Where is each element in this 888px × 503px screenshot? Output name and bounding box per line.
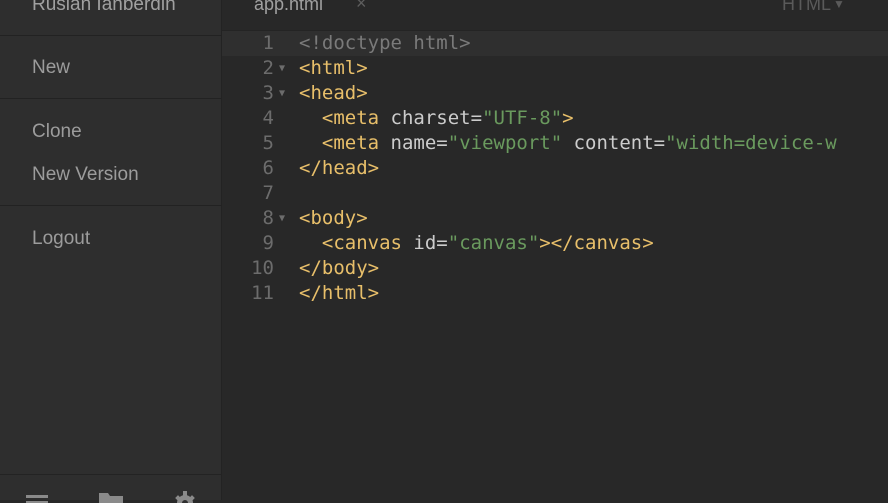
sidebar: Ruslan Ianberdin New Clone New Version L…: [0, 0, 222, 503]
line-content: <meta name="viewport" content="width=dev…: [299, 131, 837, 156]
gear-icon[interactable]: [173, 489, 197, 503]
line-number: 1: [262, 32, 274, 54]
caret-down-icon: ▼: [833, 0, 845, 11]
code-token: <body>: [299, 207, 368, 229]
code-token: "canvas": [447, 232, 540, 254]
line-content: </html>: [299, 281, 379, 306]
code-line[interactable]: 1 <!doctype html>: [222, 31, 888, 56]
line-number: 2: [262, 57, 274, 79]
line-number: 3: [262, 82, 274, 104]
code-line[interactable]: 6 </head>: [222, 156, 888, 181]
code-area[interactable]: 1 <!doctype html> 2 ▼ <html> 3 ▼ <head> 4 <meta …: [222, 31, 888, 306]
code-line[interactable]: 9 <canvas id="canvas"></canvas>: [222, 231, 888, 256]
code-line[interactable]: 10 </body>: [222, 256, 888, 281]
line-number: 7: [262, 182, 274, 204]
line-number: 9: [262, 232, 274, 254]
code-token: charset: [379, 107, 471, 129]
line-content: <!doctype html>: [299, 31, 471, 56]
code-token: =: [653, 132, 666, 154]
line-number: 5: [262, 132, 274, 154]
code-line[interactable]: 4 <meta charset="UTF-8">: [222, 106, 888, 131]
fold-toggle-icon[interactable]: ▼: [279, 81, 285, 106]
code-token: <meta: [321, 132, 380, 154]
sidebar-divider: [0, 35, 222, 36]
code-token: "width=device-w: [665, 132, 837, 154]
code-line[interactable]: 2 ▼ <html>: [222, 56, 888, 81]
fold-toggle-icon[interactable]: ▼: [279, 206, 285, 231]
code-token: "UTF-8": [482, 107, 563, 129]
clone-button[interactable]: Clone: [32, 121, 82, 143]
fold-toggle-icon[interactable]: ▼: [279, 56, 285, 81]
code-token: name: [379, 132, 437, 154]
sidebar-footer: [0, 474, 222, 503]
new-version-button[interactable]: New Version: [32, 164, 139, 186]
code-token: content: [562, 132, 654, 154]
language-select[interactable]: HTML ▼: [782, 0, 845, 15]
code-editor[interactable]: app.html × HTML ▼ 1 <!doctype html> 2 ▼ <html…: [222, 0, 888, 500]
code-token: ></canvas>: [539, 232, 654, 254]
close-tab-icon[interactable]: ×: [356, 0, 367, 14]
new-button[interactable]: New: [32, 57, 70, 79]
line-content: <canvas id="canvas"></canvas>: [299, 231, 654, 256]
line-content: <html>: [299, 56, 368, 81]
code-token: =: [436, 132, 448, 154]
file-tab[interactable]: app.html: [254, 0, 323, 15]
language-label: HTML: [782, 0, 831, 14]
line-number: 8: [262, 207, 274, 229]
line-content: <head>: [299, 81, 368, 106]
code-token: >: [562, 107, 574, 129]
code-token: id: [401, 232, 437, 254]
logout-button[interactable]: Logout: [32, 228, 90, 250]
code-line[interactable]: 8 ▼ <body>: [222, 206, 888, 231]
sidebar-divider: [0, 98, 222, 99]
line-number: 6: [262, 157, 274, 179]
folder-icon[interactable]: [99, 489, 123, 503]
line-number: 4: [262, 107, 274, 129]
code-line[interactable]: 11 </html>: [222, 281, 888, 306]
sidebar-divider: [0, 205, 222, 206]
code-token: </html>: [299, 282, 380, 304]
user-name: Ruslan Ianberdin: [32, 0, 176, 15]
code-token: </head>: [299, 157, 380, 179]
line-content: <meta charset="UTF-8">: [299, 106, 574, 131]
line-content: <body>: [299, 206, 368, 231]
code-line[interactable]: 7: [222, 181, 888, 206]
menu-icon[interactable]: [26, 489, 48, 503]
code-line[interactable]: 3 ▼ <head>: [222, 81, 888, 106]
code-token: <meta: [321, 107, 380, 129]
line-content: </head>: [299, 156, 379, 181]
code-token: =: [470, 107, 483, 129]
line-number: 10: [251, 257, 274, 279]
code-token: <head>: [299, 82, 368, 104]
code-token: <!doctype html>: [299, 32, 471, 54]
code-token: <canvas: [321, 232, 402, 254]
code-token: =: [436, 232, 448, 254]
code-token: "viewport": [447, 132, 563, 154]
code-token: </body>: [299, 257, 380, 279]
code-token: <html>: [299, 57, 368, 79]
line-number: 11: [251, 282, 274, 304]
code-line[interactable]: 5 <meta name="viewport" content="width=d…: [222, 131, 888, 156]
line-content: </body>: [299, 256, 379, 281]
